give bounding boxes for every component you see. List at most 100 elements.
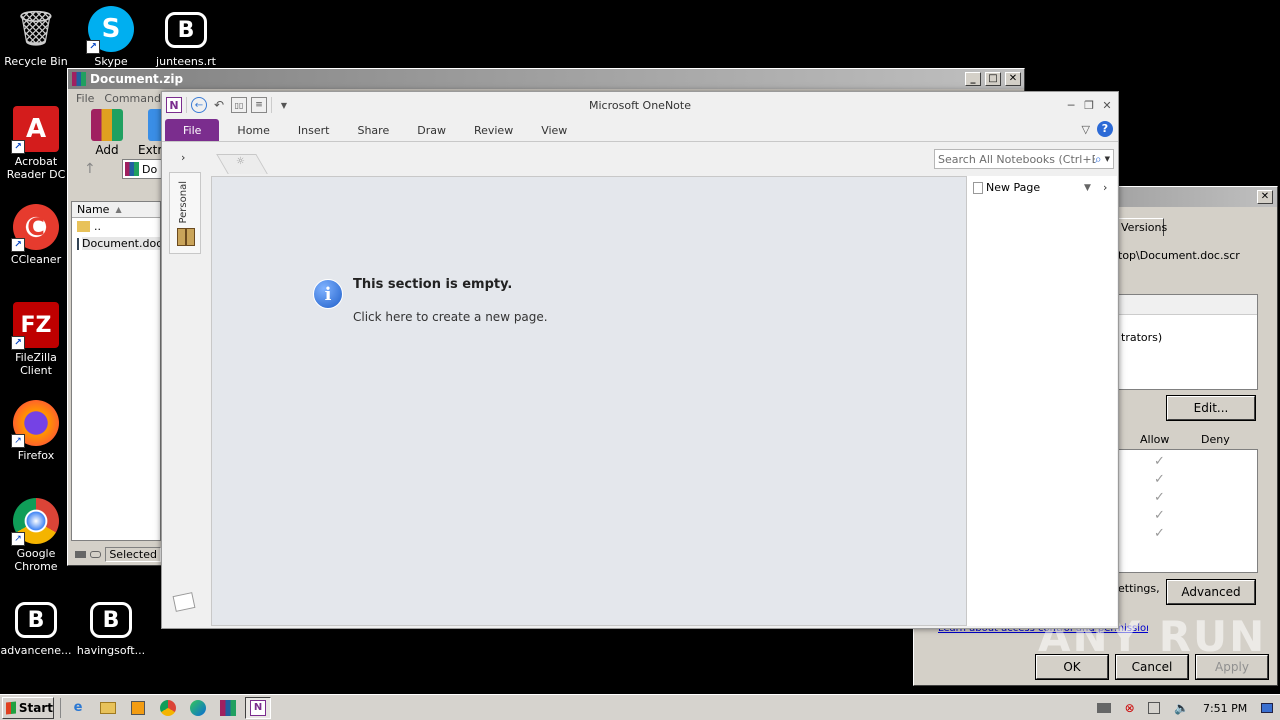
expand-navigation-icon[interactable]: ›: [181, 151, 185, 164]
blank-app-icon: B: [165, 12, 207, 48]
maximize-button[interactable]: □: [985, 72, 1001, 86]
notebook-pane: › Personal: [165, 148, 205, 626]
winrar-titlebar[interactable]: Document.zip _ □ ✕: [68, 69, 1024, 89]
menu-commands[interactable]: Commands: [104, 92, 166, 105]
onenote-titlebar[interactable]: N ← ↶ ▯▯ ≡ ▼ Microsoft OneNote ─ ❐ ✕: [162, 92, 1118, 118]
close-button[interactable]: ✕: [1005, 72, 1021, 86]
file-list[interactable]: Name ▲ .. Document.doc: [71, 201, 161, 541]
close-button[interactable]: ✕: [1257, 190, 1273, 204]
notebook-personal[interactable]: Personal: [169, 172, 201, 254]
winrar-statusbar: Selected: [71, 545, 161, 563]
desktop-icon-havingsoft[interactable]: B havingsoft...: [73, 598, 149, 657]
allow-header: Allow: [1140, 433, 1170, 446]
acrobat-icon: A ↗: [11, 106, 59, 154]
column-header-name[interactable]: Name ▲: [72, 202, 160, 218]
desktop-icon-advancene[interactable]: B advancene...: [0, 598, 74, 657]
onenote-window[interactable]: N ← ↶ ▯▯ ≡ ▼ Microsoft OneNote ─ ❐ ✕ Fil…: [161, 91, 1119, 629]
desktop-icon-recycle-bin[interactable]: 🗑 Recycle Bin: [0, 6, 74, 69]
address-field[interactable]: Do: [122, 159, 162, 179]
page-canvas[interactable]: i This section is empty. Click here to c…: [211, 176, 967, 626]
ie-icon[interactable]: e: [65, 697, 91, 719]
collapse-page-list-icon[interactable]: ›: [1103, 181, 1107, 194]
tab-view[interactable]: View: [527, 119, 581, 141]
page-list-item[interactable]: New Page: [973, 181, 1040, 194]
list-item[interactable]: Document.doc: [72, 235, 160, 252]
winrar-add-icon: [91, 109, 123, 141]
add-page-dropdown-icon[interactable]: ▼: [1084, 183, 1091, 193]
page-list[interactable]: New Page ▼ ›: [967, 176, 1117, 626]
special-permissions-text: ettings,: [1118, 582, 1160, 595]
chrome-icon: ↗: [11, 498, 59, 546]
volume-muted-icon[interactable]: 🔈: [1174, 701, 1189, 715]
media-player-icon[interactable]: [125, 697, 151, 719]
skype-icon: S ↗: [86, 6, 134, 54]
create-page-link[interactable]: Click here to create a new page.: [353, 310, 548, 324]
explorer-icon[interactable]: [95, 697, 121, 719]
close-button[interactable]: ✕: [1100, 99, 1114, 112]
desktop-icon-acrobat[interactable]: A ↗ Acrobat Reader DC: [0, 106, 74, 181]
show-desktop-icon[interactable]: [1261, 703, 1274, 713]
up-arrow-icon[interactable]: ↑: [84, 161, 96, 177]
divider: [186, 97, 187, 113]
desktop-icon-chrome[interactable]: ↗ Google Chrome: [0, 498, 74, 573]
deny-header: Deny: [1201, 433, 1230, 446]
group-list-header: [1119, 295, 1257, 315]
minimize-button[interactable]: ─: [1064, 99, 1078, 112]
tab-home[interactable]: Home: [223, 119, 283, 141]
system-tray: ⊗ 🔈 7:51 PM: [1090, 697, 1280, 719]
tab-versions[interactable]: Versions: [1118, 218, 1167, 236]
undo-icon[interactable]: ↶: [211, 97, 227, 113]
desktop-icon-ccleaner[interactable]: C ↗ CCleaner: [0, 204, 74, 266]
quick-notes-icon[interactable]: [172, 592, 196, 612]
display-icon[interactable]: [1148, 702, 1161, 714]
search-input: Search All Notebooks (Ctrl+E): [938, 152, 1095, 166]
network-icon[interactable]: [1096, 703, 1111, 713]
search-scope-dropdown-icon[interactable]: ▼: [1105, 155, 1110, 163]
menu-file[interactable]: File: [76, 92, 94, 105]
edit-button[interactable]: Edit...: [1166, 395, 1256, 421]
dock-to-desktop-icon[interactable]: ▯▯: [231, 97, 247, 113]
notebook-icon: [177, 228, 195, 246]
advanced-button[interactable]: Advanced: [1166, 579, 1256, 605]
allow-check: ✓: [1154, 490, 1165, 505]
tab-draw[interactable]: Draw: [403, 119, 460, 141]
allow-check: ✓: [1154, 472, 1165, 487]
desktop-icon-junteens[interactable]: B junteens.rt: [148, 6, 224, 68]
winrar-icon[interactable]: [215, 697, 241, 719]
minimize-button[interactable]: _: [965, 72, 981, 86]
chrome-icon[interactable]: [155, 697, 181, 719]
tab-review[interactable]: Review: [460, 119, 527, 141]
clock[interactable]: 7:51 PM: [1203, 702, 1247, 715]
search-icon[interactable]: ⌕: [1095, 152, 1102, 167]
allow-check: ✓: [1154, 526, 1165, 541]
info-icon: i: [313, 279, 343, 309]
tab-insert[interactable]: Insert: [284, 119, 344, 141]
new-section-icon: ☼: [236, 156, 245, 167]
desktop-icon-skype[interactable]: S ↗ Skype: [73, 6, 149, 68]
drive-icon: [75, 550, 86, 558]
window-title: Microsoft OneNote: [589, 98, 691, 112]
divider: [60, 697, 61, 718]
group-list[interactable]: trators): [1118, 294, 1258, 390]
add-button[interactable]: Add: [88, 109, 126, 157]
list-item[interactable]: ..: [72, 218, 160, 235]
desktop-icon-firefox[interactable]: ↗ Firefox: [0, 400, 74, 462]
tab-file[interactable]: File: [165, 119, 220, 141]
help-icon[interactable]: ?: [1097, 121, 1113, 137]
page-icon: [973, 181, 983, 194]
group-list-item[interactable]: trators): [1119, 331, 1257, 344]
permission-list[interactable]: ✓ ✓ ✓ ✓ ✓: [1118, 449, 1258, 573]
customize-qat-icon[interactable]: ▼: [276, 97, 292, 113]
back-icon[interactable]: ←: [191, 97, 207, 113]
tab-share[interactable]: Share: [343, 119, 403, 141]
start-button[interactable]: Start: [2, 696, 54, 719]
full-page-view-icon[interactable]: ≡: [251, 97, 267, 113]
onenote-taskbar-icon[interactable]: N: [245, 696, 271, 719]
taskbar: Start e N ⊗ 🔈 7:51 PM: [0, 694, 1280, 720]
maximize-button[interactable]: ❐: [1082, 99, 1096, 112]
security-warning-icon[interactable]: ⊗: [1125, 701, 1135, 715]
desktop-icon-filezilla[interactable]: FZ ↗ FileZilla Client: [0, 302, 74, 377]
edge-icon[interactable]: [185, 697, 211, 719]
search-box[interactable]: Search All Notebooks (Ctrl+E) ⌕ ▼: [934, 149, 1114, 169]
ribbon-expand-icon[interactable]: ▽: [1082, 123, 1090, 136]
